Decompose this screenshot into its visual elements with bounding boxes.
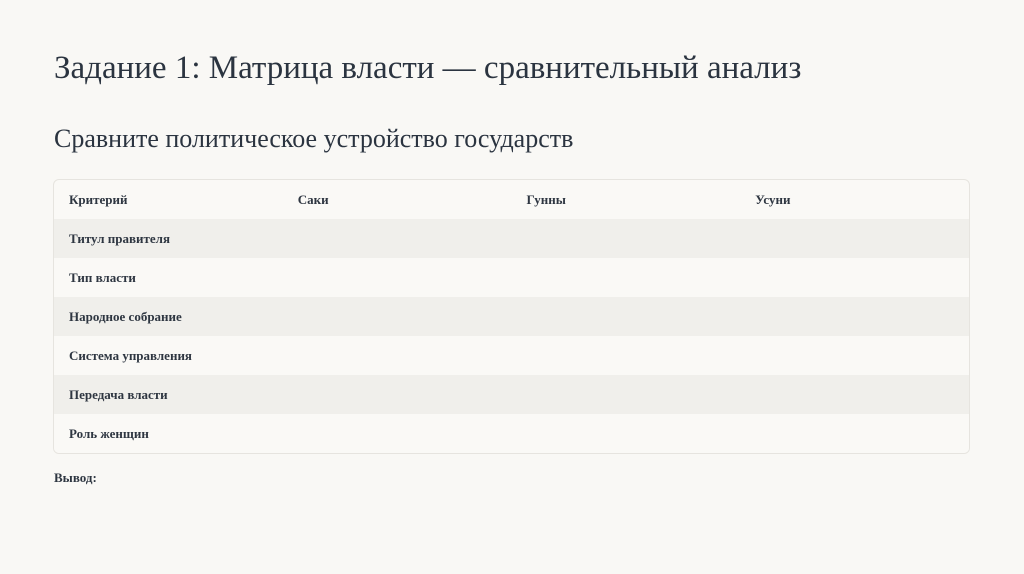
- comparison-table: Критерий Саки Гунны Усуни Титул правител…: [53, 179, 970, 454]
- row-criterion-label: Роль женщин: [54, 414, 283, 453]
- table-cell[interactable]: [740, 258, 969, 297]
- table-row: Народное собрание: [54, 297, 969, 336]
- comparison-table-grid: Критерий Саки Гунны Усуни Титул правител…: [54, 180, 969, 453]
- table-cell[interactable]: [282, 258, 512, 297]
- table-row: Титул правителя: [54, 219, 969, 258]
- slide-title: Задание 1: Матрица власти — сравнительны…: [54, 50, 802, 86]
- table-row: Система управления: [54, 336, 969, 375]
- header-criterion: Критерий: [69, 191, 128, 207]
- table-cell[interactable]: [511, 375, 741, 414]
- row-criterion-label: Система управления: [54, 336, 283, 375]
- table-cell[interactable]: [511, 258, 741, 297]
- table-cell[interactable]: [282, 219, 512, 258]
- row-criterion-label: Передача власти: [54, 375, 283, 414]
- table-cell[interactable]: [511, 219, 741, 258]
- table-cell[interactable]: [282, 297, 512, 336]
- header-saki: Саки: [297, 191, 329, 207]
- table-row: Передача власти: [54, 375, 969, 414]
- slide-subtitle: Сравните политическое устройство государ…: [54, 124, 574, 153]
- table-cell[interactable]: [740, 297, 969, 336]
- table-cell[interactable]: [740, 336, 969, 375]
- header-gunny: Гунны: [526, 191, 566, 207]
- table-cell[interactable]: [740, 375, 969, 414]
- table-cell[interactable]: [282, 336, 512, 375]
- table-cell[interactable]: [511, 336, 741, 375]
- row-criterion-label: Тип власти: [54, 258, 283, 297]
- row-criterion-label: Титул правителя: [54, 219, 283, 258]
- table-header-row: Критерий Саки Гунны Усуни: [54, 180, 969, 219]
- table-cell[interactable]: [282, 414, 512, 453]
- conclusion-label: Вывод:: [54, 470, 97, 485]
- table-cell[interactable]: [282, 375, 512, 414]
- table-cell[interactable]: [740, 219, 969, 258]
- header-usuni: Усуни: [755, 191, 791, 207]
- table-cell[interactable]: [511, 414, 741, 453]
- row-criterion-label: Народное собрание: [54, 297, 283, 336]
- table-row: Роль женщин: [54, 414, 969, 453]
- table-cell[interactable]: [740, 414, 969, 453]
- table-cell[interactable]: [511, 297, 741, 336]
- table-row: Тип власти: [54, 258, 969, 297]
